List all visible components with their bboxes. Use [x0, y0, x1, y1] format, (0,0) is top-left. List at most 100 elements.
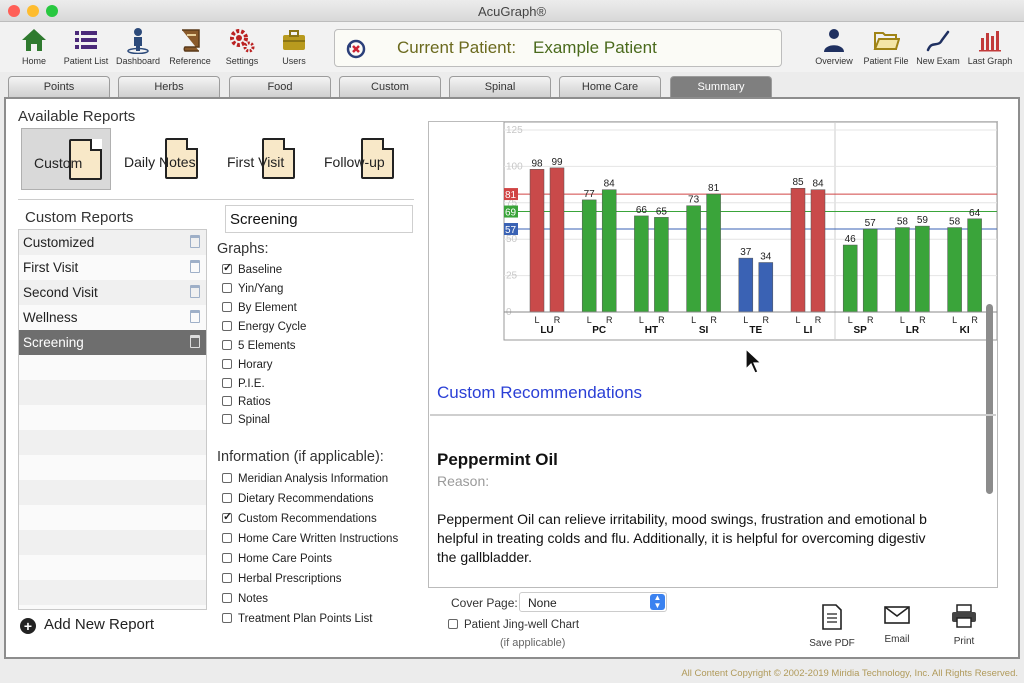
email-button[interactable]: Email [871, 604, 923, 645]
side-label: L [587, 315, 592, 325]
list-item[interactable]: Wellness [19, 305, 206, 330]
checkbox-box[interactable] [222, 553, 232, 563]
report-follow-up-button[interactable]: Follow-up [318, 128, 408, 190]
list-item-label: Customized [23, 235, 95, 250]
checkbox-box[interactable] [222, 533, 232, 543]
bar-value-label: 58 [949, 217, 961, 228]
list-item-selected[interactable]: Screening [19, 330, 206, 355]
category-label: LR [906, 325, 920, 336]
patient-list-button[interactable]: Patient List [58, 26, 114, 66]
side-label: L [952, 315, 957, 325]
trash-icon[interactable] [190, 335, 200, 348]
checkbox-treatment-plan[interactable]: Treatment Plan Points List [222, 613, 372, 625]
tab-custom[interactable]: Custom [339, 76, 441, 97]
checkbox-home-care-written[interactable]: Home Care Written Instructions [222, 533, 398, 545]
checkbox-baseline[interactable]: Baseline [222, 261, 282, 276]
dashboard-button[interactable]: Dashboard [110, 26, 166, 66]
users-button[interactable]: Users [266, 26, 322, 66]
graphs-heading: Graphs: [217, 241, 269, 257]
checkbox-spinal[interactable]: Spinal [222, 414, 270, 426]
add-new-report-button[interactable]: + Add New Report [20, 616, 154, 634]
checkbox-notes[interactable]: Notes [222, 593, 268, 605]
checkbox-horary[interactable]: Horary [222, 359, 273, 371]
report-custom-button[interactable]: Custom [21, 128, 111, 190]
checkbox-yin-yang[interactable]: Yin/Yang [222, 283, 283, 295]
tab-points[interactable]: Points [8, 76, 110, 97]
report-daily-notes-button[interactable]: Daily Notes [118, 128, 208, 190]
save-pdf-button[interactable]: Save PDF [806, 604, 858, 649]
bar-value-label: 59 [917, 215, 929, 226]
category-label: LI [804, 325, 813, 336]
chart-bar [790, 187, 806, 313]
current-patient-box[interactable]: Current Patient: Example Patient [334, 29, 782, 67]
preview-scrollbar[interactable] [986, 304, 993, 494]
patient-file-button[interactable]: Patient File [858, 26, 914, 66]
checkbox-box[interactable] [222, 396, 232, 406]
checkbox-herbal[interactable]: Herbal Prescriptions [222, 573, 342, 585]
tab-spinal[interactable]: Spinal [449, 76, 551, 97]
jingwell-checkbox[interactable]: Patient Jing-well Chart [448, 619, 579, 631]
checkbox-dietary[interactable]: Dietary Recommendations [222, 493, 374, 505]
switch-patient-icon[interactable] [345, 38, 367, 60]
tab-herbs[interactable]: Herbs [118, 76, 220, 97]
new-exam-button[interactable]: New Exam [910, 26, 966, 66]
bar-value-label: 99 [551, 157, 563, 168]
patient-list-label: Patient List [63, 56, 109, 66]
checkbox-energy-cycle[interactable]: Energy Cycle [222, 321, 306, 333]
checkbox-box[interactable] [222, 261, 232, 274]
checkbox-ratios[interactable]: Ratios [222, 396, 271, 408]
tab-food[interactable]: Food [229, 76, 331, 97]
side-label: R [763, 315, 770, 325]
y-tick-label: 25 [506, 271, 518, 282]
print-button[interactable]: Print [938, 604, 990, 647]
checkbox-box[interactable] [448, 619, 458, 629]
checkbox-box[interactable] [222, 302, 232, 312]
save-pdf-label: Save PDF [809, 638, 855, 649]
trash-icon[interactable] [190, 235, 200, 248]
chart-bar [862, 228, 878, 313]
report-custom-label: Custom [34, 155, 83, 171]
checkbox-by-element[interactable]: By Element [222, 302, 297, 314]
current-patient-name: Example Patient [533, 38, 657, 57]
home-button[interactable]: Home [6, 26, 62, 66]
checkbox-custom-recommendations[interactable]: Custom Recommendations [222, 510, 377, 525]
trash-icon[interactable] [190, 285, 200, 298]
recommendation-line: helpful in treating colds and flu. Addit… [437, 530, 926, 546]
tab-home-care[interactable]: Home Care [559, 76, 661, 97]
settings-button[interactable]: Settings [214, 26, 270, 66]
trash-icon[interactable] [190, 310, 200, 323]
list-item[interactable]: Second Visit [19, 280, 206, 305]
checkbox-box[interactable] [222, 473, 232, 483]
cover-page-value: None [528, 596, 557, 610]
checkbox-home-care-points[interactable]: Home Care Points [222, 553, 332, 565]
checkbox-box[interactable] [222, 593, 232, 603]
list-item[interactable]: Customized [19, 230, 206, 255]
side-label: L [639, 315, 644, 325]
checkbox-pie[interactable]: P.I.E. [222, 378, 265, 390]
report-first-visit-button[interactable]: First Visit [220, 128, 310, 190]
checkbox-box[interactable] [222, 359, 232, 369]
checkbox-5-elements[interactable]: 5 Elements [222, 340, 296, 352]
checkbox-box[interactable] [222, 414, 232, 424]
list-item[interactable]: First Visit [19, 255, 206, 280]
tab-summary[interactable]: Summary [670, 76, 772, 97]
chart-bar [581, 199, 597, 313]
cover-page-select[interactable]: None ▲ ▼ [519, 592, 667, 612]
checkbox-box[interactable] [222, 573, 232, 583]
report-name-input[interactable] [225, 205, 413, 233]
checkbox-box[interactable] [222, 321, 232, 331]
checkbox-meridian-analysis[interactable]: Meridian Analysis Information [222, 473, 388, 485]
checkbox-box[interactable] [222, 283, 232, 293]
last-graph-button[interactable]: Last Graph [962, 26, 1018, 66]
reference-button[interactable]: Reference [162, 26, 218, 66]
checkbox-box[interactable] [222, 378, 232, 388]
recommendations-heading: Custom Recommendations [437, 383, 643, 402]
checkbox-box[interactable] [222, 613, 232, 623]
email-label: Email [884, 634, 910, 645]
trash-icon[interactable] [190, 260, 200, 273]
overview-button[interactable]: Overview [806, 26, 862, 66]
checkbox-box[interactable] [222, 493, 232, 503]
checkbox-box[interactable] [222, 340, 232, 350]
printer-icon [952, 604, 976, 628]
checkbox-box[interactable] [222, 510, 232, 523]
